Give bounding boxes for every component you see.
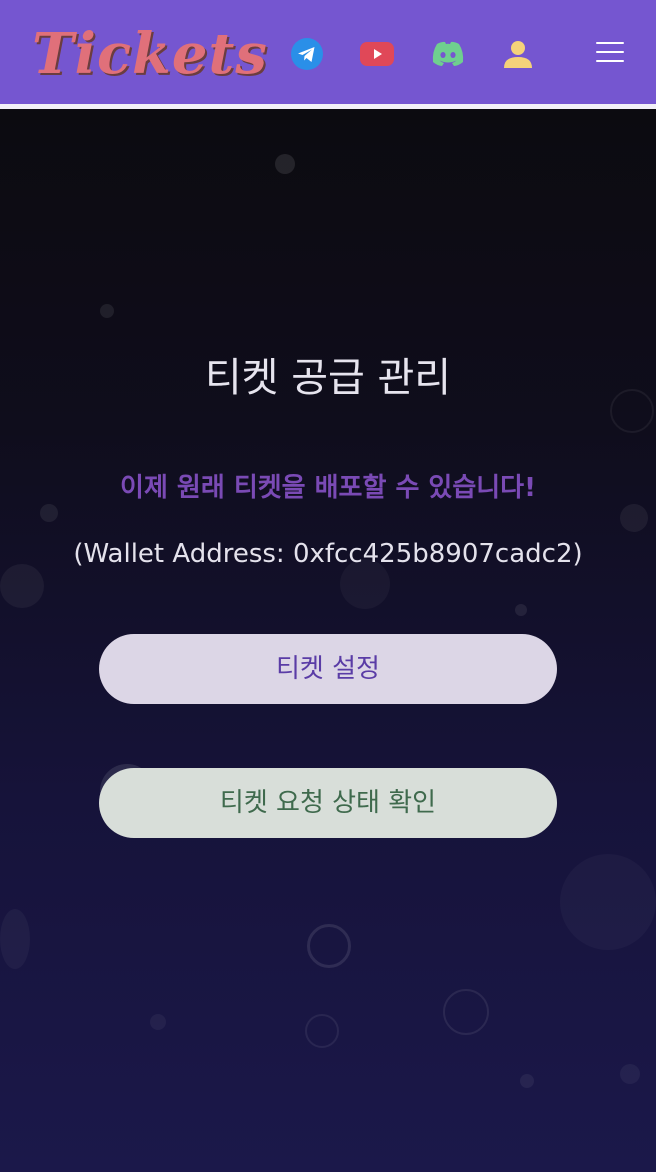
bokeh-light: [100, 304, 114, 318]
wallet-address: (Wallet Address: 0xfcc425b8907cadc2): [73, 539, 583, 569]
bokeh-light: [515, 604, 527, 616]
site-logo[interactable]: Tickets: [32, 18, 268, 90]
youtube-icon[interactable]: [357, 34, 397, 74]
page: Tickets 티켓 공급 관리 이제 원래 티켓을 배포할 수 있습니다! (…: [0, 0, 656, 1172]
telegram-icon[interactable]: [287, 34, 327, 74]
bokeh-ring: [443, 989, 489, 1035]
bokeh-light: [620, 504, 648, 532]
user-icon[interactable]: [498, 34, 538, 74]
bokeh-ring: [307, 924, 351, 968]
bokeh-light: [620, 1064, 640, 1084]
bokeh-light: [560, 854, 656, 950]
menu-line: [596, 60, 624, 62]
bokeh-light: [275, 154, 295, 174]
hamburger-menu-icon[interactable]: [592, 36, 628, 68]
ticket-settings-button[interactable]: 티켓 설정: [99, 634, 557, 704]
bokeh-light: [150, 1014, 166, 1030]
menu-line: [596, 51, 624, 53]
main-content: 티켓 공급 관리 이제 원래 티켓을 배포할 수 있습니다! (Wallet A…: [0, 109, 656, 1172]
bokeh-light: [0, 909, 30, 969]
bokeh-light: [520, 1074, 534, 1088]
page-title: 티켓 공급 관리: [204, 355, 452, 401]
top-header: Tickets: [0, 0, 656, 109]
discord-icon[interactable]: [428, 34, 468, 74]
ticket-request-status-button[interactable]: 티켓 요청 상태 확인: [99, 768, 557, 838]
bokeh-ring: [305, 1014, 339, 1048]
menu-line: [596, 42, 624, 44]
deploy-message: 이제 원래 티켓을 배포할 수 있습니다!: [120, 473, 536, 503]
